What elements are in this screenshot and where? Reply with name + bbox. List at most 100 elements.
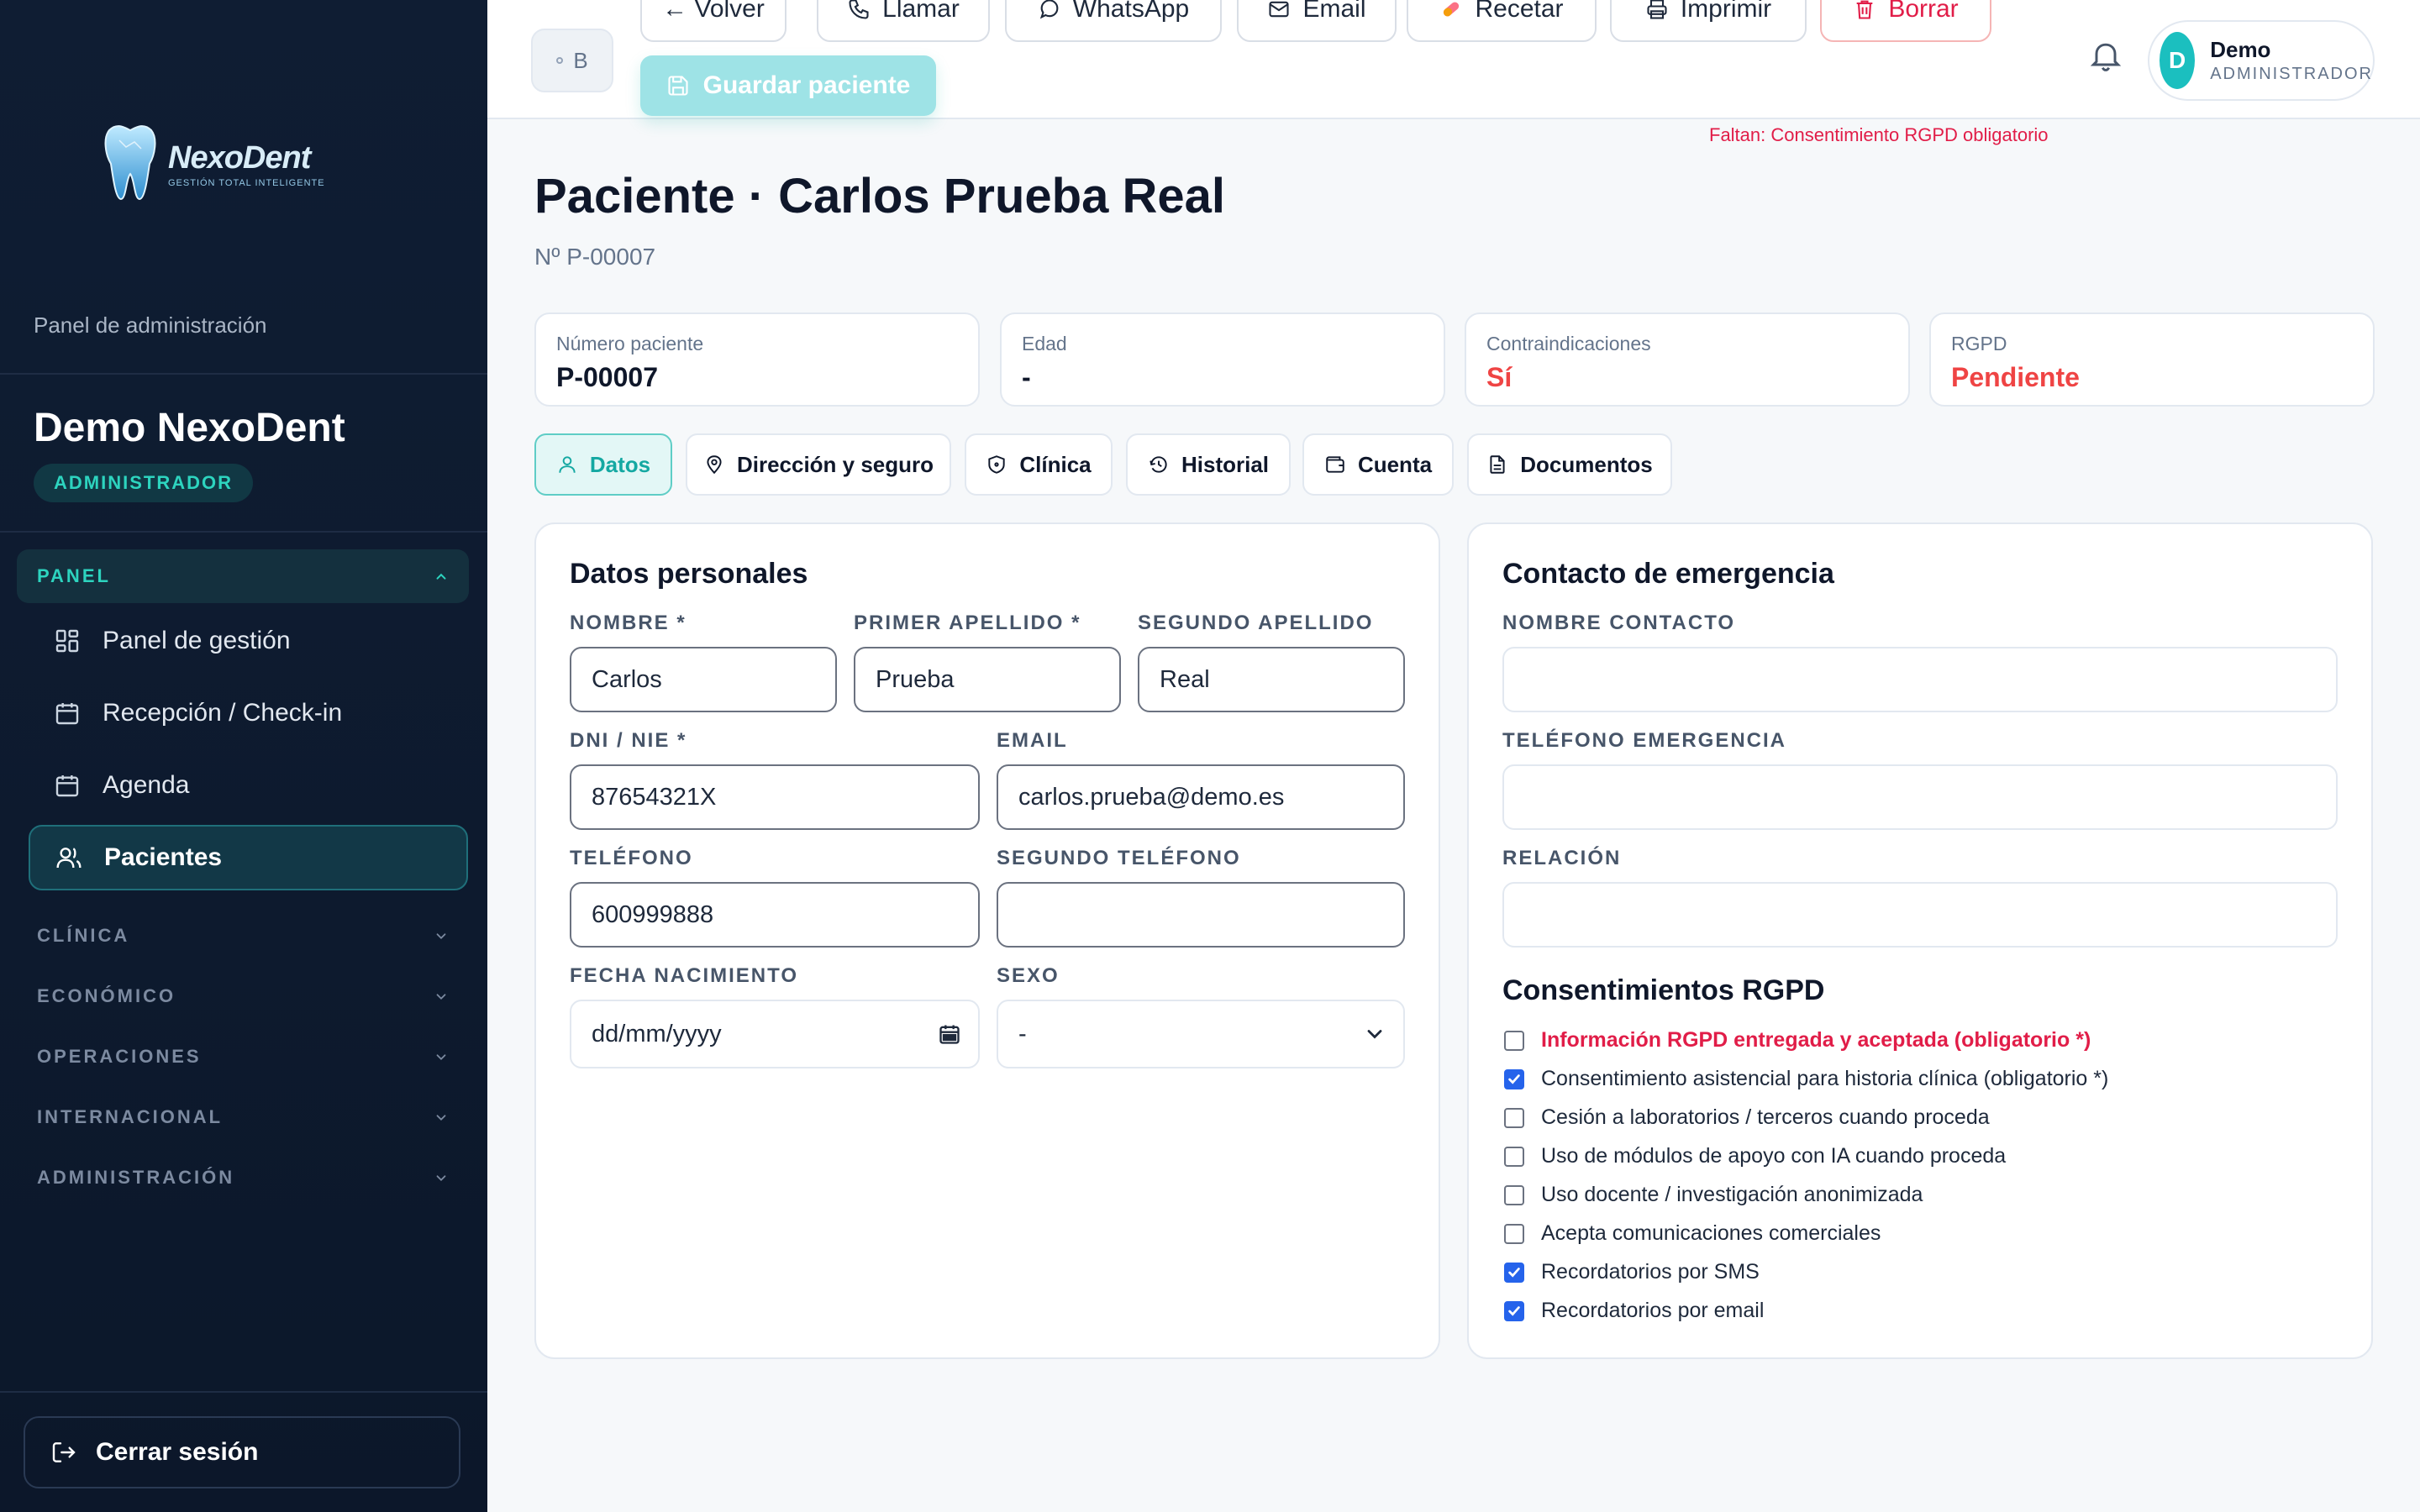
tab-label: Dirección y seguro	[736, 451, 934, 477]
sidebar-item-label: Agenda	[103, 771, 190, 799]
workspace-chip[interactable]: B	[531, 29, 613, 92]
panel-admin-label: Panel de administración	[34, 312, 267, 338]
page-title: Paciente · Carlos Prueba Real	[534, 169, 1225, 223]
email-field[interactable]: carlos.prueba@demo.es	[997, 764, 1405, 830]
section-internacional-toggle[interactable]: INTERNACIONAL	[17, 1092, 469, 1142]
app-logo[interactable]: NexoDent GESTIÓN TOTAL INTELIGENTE	[101, 118, 336, 210]
tab-direccion-seguro[interactable]: Dirección y seguro	[686, 433, 951, 496]
relacion-field[interactable]	[1502, 882, 2338, 948]
sidebar-item-pacientes[interactable]: Pacientes	[29, 825, 468, 890]
checkbox[interactable]	[1504, 1107, 1524, 1128]
save-patient-button[interactable]: Guardar paciente	[640, 55, 936, 116]
email-button[interactable]: Email	[1237, 0, 1397, 42]
tab-historial[interactable]: Historial	[1126, 433, 1291, 496]
prescribe-button-label: Recetar	[1475, 0, 1564, 23]
sidebar: NexoDent GESTIÓN TOTAL INTELIGENTE Panel…	[0, 0, 487, 1512]
sexo-select[interactable]: -	[997, 1000, 1405, 1068]
bell-icon[interactable]	[2087, 37, 2124, 74]
chevron-down-icon	[436, 994, 446, 1000]
consent-cesion-laboratorios[interactable]: Cesión a laboratorios / terceros cuando …	[1504, 1105, 1990, 1130]
checkbox[interactable]	[1504, 1184, 1524, 1205]
nombre-field[interactable]: Carlos	[570, 647, 837, 712]
divider	[0, 1391, 487, 1393]
page-subtitle: Nº P-00007	[534, 244, 656, 270]
consent-label: Información RGPD entregada y aceptada (o…	[1541, 1028, 2091, 1052]
section-administracion-toggle[interactable]: ADMINISTRACIÓN	[17, 1152, 469, 1203]
apellido2-field[interactable]: Real	[1138, 647, 1405, 712]
apellido2-label: SEGUNDO APELLIDO	[1138, 612, 1374, 634]
checkbox-checked[interactable]	[1504, 1262, 1524, 1283]
history-icon	[1150, 456, 1167, 473]
delete-button[interactable]: Borrar	[1820, 0, 1991, 42]
calendar-icon[interactable]	[938, 1022, 961, 1046]
file-text-icon	[1490, 455, 1505, 474]
dashboard-icon	[55, 629, 79, 653]
consent-ia[interactable]: Uso de módulos de apoyo con IA cuando pr…	[1504, 1144, 2006, 1168]
consent-comercial[interactable]: Acepta comunicaciones comerciales	[1504, 1221, 1881, 1246]
back-button-label: ← Volver	[662, 0, 765, 23]
section-panel-toggle[interactable]: PANEL	[17, 549, 469, 603]
email-button-label: Email	[1302, 0, 1366, 23]
section-economico-toggle[interactable]: ECONÓMICO	[17, 971, 469, 1021]
stat-value: Sí	[1486, 362, 1512, 392]
section-clinica-toggle[interactable]: CLÍNICA	[17, 911, 469, 961]
delete-button-label: Borrar	[1888, 0, 1959, 23]
telefono-field[interactable]: 600999888	[570, 882, 980, 948]
consent-sms[interactable]: Recordatorios por SMS	[1504, 1260, 1760, 1284]
sidebar-item-agenda[interactable]: Agenda	[29, 753, 468, 818]
sidebar-item-recepcion[interactable]: Recepción / Check-in	[29, 680, 468, 746]
tab-documentos[interactable]: Documentos	[1467, 433, 1672, 496]
call-button[interactable]: Llamar	[817, 0, 990, 42]
segundo-telefono-field[interactable]	[997, 882, 1405, 948]
stat-label: RGPD	[1951, 333, 2007, 354]
consent-label: Uso de módulos de apoyo con IA cuando pr…	[1541, 1144, 2007, 1168]
stat-value: -	[1022, 362, 1031, 392]
print-button[interactable]: Imprimir	[1610, 0, 1807, 42]
personal-data-title: Datos personales	[570, 558, 808, 590]
email-label: EMAIL	[997, 729, 1068, 752]
checkbox[interactable]	[1504, 1030, 1524, 1051]
telefono-emergencia-field[interactable]	[1502, 764, 2338, 830]
save-icon	[668, 76, 688, 96]
fecha-nacimiento-field[interactable]: dd/mm/yyyy	[570, 1000, 980, 1068]
pill-icon	[1444, 2, 1460, 17]
tab-datos[interactable]: Datos	[534, 433, 672, 496]
nombre-contacto-field[interactable]	[1502, 647, 2338, 712]
checkbox[interactable]	[1504, 1146, 1524, 1167]
consent-label: Uso docente / investigación anonimizada	[1541, 1183, 1923, 1206]
topbar: B ← Volver Llamar WhatsApp Email Recetar…	[487, 0, 2420, 119]
checkbox-checked[interactable]	[1504, 1068, 1524, 1089]
divider	[0, 531, 487, 533]
consent-label: Cesión a laboratorios / terceros cuando …	[1541, 1105, 1990, 1129]
user-menu[interactable]: D Demo ADMINISTRADOR	[2148, 20, 2375, 101]
check-icon	[1508, 1305, 1520, 1316]
tab-clinica[interactable]: Clínica	[965, 433, 1113, 496]
checkbox-checked[interactable]	[1504, 1300, 1524, 1321]
tab-cuenta[interactable]: Cuenta	[1302, 433, 1454, 496]
tab-label: Clínica	[1019, 451, 1092, 477]
relacion-label: RELACIÓN	[1502, 847, 1622, 869]
section-operaciones-toggle[interactable]: OPERACIONES	[17, 1032, 469, 1082]
consent-rgpd-info[interactable]: Información RGPD entregada y aceptada (o…	[1504, 1028, 2091, 1053]
stat-card-rgpd: RGPD Pendiente	[1929, 312, 2375, 407]
stat-card-edad: Edad -	[1000, 312, 1445, 407]
whatsapp-button[interactable]: WhatsApp	[1005, 0, 1222, 42]
consent-label: Acepta comunicaciones comerciales	[1541, 1221, 1881, 1245]
prescribe-button[interactable]: Recetar	[1407, 0, 1597, 42]
sidebar-item-panel-gestion[interactable]: Panel de gestión	[29, 608, 468, 674]
validation-warning: Faltan: Consentimiento RGPD obligatorio	[1709, 124, 2049, 145]
calendar-icon	[55, 775, 79, 797]
section-label: INTERNACIONAL	[37, 1106, 224, 1127]
consent-asistencial[interactable]: Consentimiento asistencial para historia…	[1504, 1067, 2108, 1091]
tab-label: Documentos	[1520, 451, 1653, 477]
checkbox[interactable]	[1504, 1223, 1524, 1244]
tab-label: Datos	[589, 451, 651, 477]
back-button[interactable]: ← Volver	[640, 0, 786, 42]
consent-docente[interactable]: Uso docente / investigación anonimizada	[1504, 1183, 1923, 1207]
consent-email[interactable]: Recordatorios por email	[1504, 1299, 1764, 1323]
dni-field[interactable]: 87654321X	[570, 764, 980, 830]
logout-button[interactable]: Cerrar sesión	[24, 1416, 460, 1488]
sexo-label: SEXO	[997, 964, 1060, 987]
apellido1-field[interactable]: Prueba	[854, 647, 1121, 712]
section-label: ECONÓMICO	[37, 985, 176, 1006]
